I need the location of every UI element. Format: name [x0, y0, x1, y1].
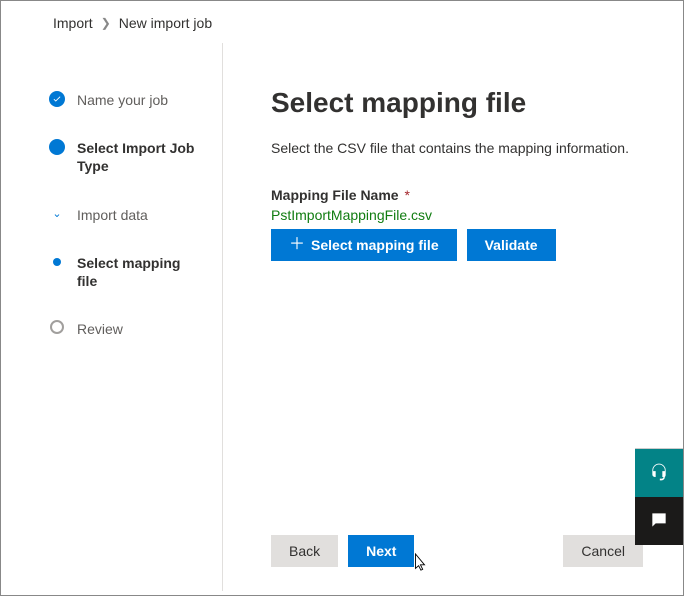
page-title: Select mapping file — [271, 87, 643, 119]
page-description: Select the CSV file that contains the ma… — [271, 139, 643, 159]
validate-button[interactable]: Validate — [467, 229, 556, 261]
selected-filename: PstImportMappingFile.csv — [271, 207, 643, 223]
step-label: Name your job — [65, 91, 168, 139]
cancel-button[interactable]: Cancel — [563, 535, 643, 567]
step-name-job[interactable]: Name your job — [49, 91, 206, 139]
step-label: Select mapping file — [65, 254, 195, 320]
step-select-type[interactable]: Select Import Job Type — [49, 139, 206, 205]
breadcrumb: Import ❯ New import job — [1, 1, 683, 43]
current-step-icon — [49, 139, 65, 155]
side-toolbar — [635, 448, 683, 545]
required-mark: * — [404, 187, 409, 203]
step-label: Select Import Job Type — [65, 139, 195, 205]
main-panel: Select mapping file Select the CSV file … — [223, 43, 683, 591]
field-label: Mapping File Name * — [271, 187, 643, 203]
breadcrumb-root[interactable]: Import — [53, 15, 93, 31]
wizard-steps: Name your job Select Import Job Type ⌄ I… — [1, 43, 223, 591]
wizard-footer: Back Next Cancel — [223, 519, 683, 591]
step-label: Import data — [65, 206, 148, 254]
step-import-data[interactable]: ⌄ Import data — [49, 206, 206, 254]
checkmark-icon — [49, 91, 65, 107]
back-button[interactable]: Back — [271, 535, 338, 567]
chevron-right-icon: ❯ — [101, 16, 111, 30]
step-review[interactable]: Review — [49, 320, 206, 368]
plus-icon: ＋ — [289, 237, 305, 253]
next-button[interactable]: Next — [348, 535, 414, 567]
circle-icon — [50, 320, 64, 334]
feedback-button[interactable] — [635, 497, 683, 545]
chevron-down-icon: ⌄ — [49, 206, 65, 222]
step-select-mapping[interactable]: Select mapping file — [49, 254, 206, 320]
headset-icon — [649, 462, 669, 485]
step-label: Review — [65, 320, 123, 368]
select-mapping-file-button[interactable]: ＋ Select mapping file — [271, 229, 457, 261]
breadcrumb-current: New import job — [119, 15, 212, 31]
dot-icon — [53, 258, 61, 266]
support-button[interactable] — [635, 449, 683, 497]
feedback-icon — [649, 510, 669, 533]
